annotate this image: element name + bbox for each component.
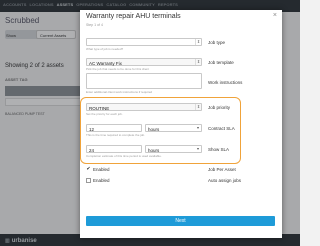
job-type-select[interactable]: ⇕ <box>86 38 202 46</box>
job-priority-help: Set the priority for each job. <box>86 112 123 116</box>
contract-sla-help: This is the time required to complete th… <box>86 133 146 137</box>
auto-assign-checkbox[interactable] <box>86 178 91 183</box>
job-template-value: AC Warranty Fix <box>89 60 122 66</box>
contract-sla-label: Contract SLA <box>208 126 235 131</box>
contract-sla-unit-select[interactable]: hours ▾ <box>145 124 202 132</box>
job-priority-value: ROUTINE <box>89 105 110 111</box>
contract-sla-input[interactable]: 12 <box>86 124 142 132</box>
job-per-asset-enabled-label: Enabled <box>93 167 110 172</box>
job-priority-label: Job priority <box>208 105 231 110</box>
show-sla-unit-value: hours <box>148 147 160 153</box>
chevron-down-icon: ▾ <box>196 125 199 130</box>
job-template-select[interactable]: AC Warranty Fix ⇕ <box>86 58 202 66</box>
show-sla-value: 24 <box>89 147 95 153</box>
job-template-help: Pick the job that needs to be done for t… <box>86 67 150 71</box>
step-indicator: Step 1 of 4 <box>86 23 103 27</box>
show-sla-unit-select[interactable]: hours ▾ <box>145 145 202 153</box>
work-instructions-textarea[interactable] <box>86 73 202 89</box>
contract-sla-value: 12 <box>89 126 95 132</box>
job-priority-select[interactable]: ROUTINE ⇕ <box>86 103 202 111</box>
auto-assign-label: Auto assign jobs <box>208 178 242 183</box>
job-per-asset-checkbox[interactable]: ✔ <box>86 167 91 172</box>
dropdown-caret-icon: ⇕ <box>195 39 201 45</box>
close-button[interactable]: × <box>273 12 277 20</box>
auto-assign-enabled-label: Enabled <box>93 178 110 183</box>
show-sla-help: Completion estimate of this time period … <box>86 154 162 158</box>
job-per-asset-label: Job Per Asset <box>208 167 236 172</box>
contract-sla-unit-value: hours <box>148 126 160 132</box>
show-sla-input[interactable]: 24 <box>86 145 142 153</box>
work-instructions-label: Work instructions <box>208 80 243 85</box>
chevron-down-icon: ▾ <box>196 146 199 151</box>
job-type-label: Job type <box>208 40 226 45</box>
dropdown-caret-icon: ⇕ <box>195 104 201 110</box>
job-template-label: Job template <box>208 60 234 65</box>
job-wizard-modal: Warranty repair AHU terminals × Step 1 o… <box>80 10 282 238</box>
show-sla-label: Show SLA <box>208 147 230 152</box>
work-instructions-help: Enter additional client work instruction… <box>86 90 153 94</box>
modal-title: Warranty repair AHU terminals <box>86 13 181 20</box>
dropdown-caret-icon: ⇕ <box>195 59 201 65</box>
job-type-help: What type of job is needed? <box>86 47 124 51</box>
next-button[interactable]: Next <box>86 216 275 226</box>
